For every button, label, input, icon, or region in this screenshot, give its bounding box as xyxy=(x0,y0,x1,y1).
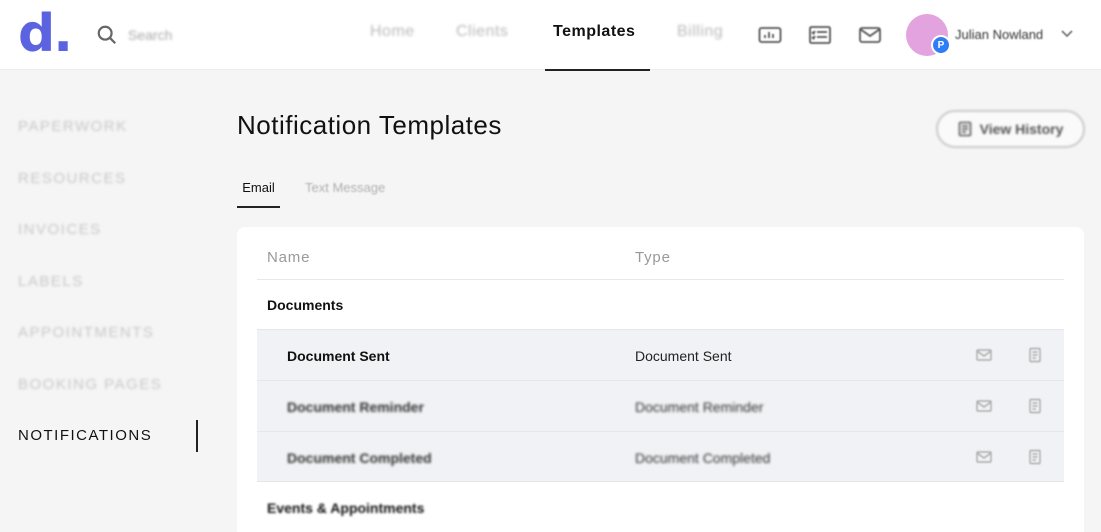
view-history-button[interactable]: View History xyxy=(936,110,1085,148)
tab-active-indicator xyxy=(237,206,280,208)
sidebar-item-notifications[interactable]: NOTIFICATIONS xyxy=(18,427,152,444)
header-divider xyxy=(257,279,1064,280)
page-title: Notification Templates xyxy=(237,110,502,140)
template-type: Document Completed xyxy=(635,450,771,466)
sidebar-active-indicator xyxy=(196,420,198,452)
checklist-icon[interactable] xyxy=(808,24,832,46)
analytics-icon[interactable] xyxy=(758,24,782,46)
template-type: Document Sent xyxy=(635,348,732,364)
sidebar-item-booking-pages[interactable]: BOOKING PAGES xyxy=(18,376,162,393)
mail-icon[interactable] xyxy=(976,449,992,465)
nav-home[interactable]: Home xyxy=(370,23,415,41)
history-icon xyxy=(958,121,971,137)
search-icon[interactable] xyxy=(96,24,118,46)
table-row[interactable]: Document Reminder Document Reminder xyxy=(257,380,1064,431)
tab-text-message[interactable]: Text Message xyxy=(305,180,385,195)
nav-billing[interactable]: Billing xyxy=(677,23,723,41)
template-name: Document Sent xyxy=(287,348,390,364)
table-row[interactable]: Document Sent Document Sent xyxy=(257,329,1064,380)
tab-email[interactable]: Email xyxy=(237,180,280,195)
nav-active-indicator xyxy=(545,69,650,71)
brand-logo[interactable]: d. xyxy=(18,8,73,60)
search-box xyxy=(96,22,248,48)
user-name[interactable]: Julian Nowland xyxy=(955,27,1043,42)
nav-clients[interactable]: Clients xyxy=(456,23,508,41)
sidebar-item-labels[interactable]: LABELS xyxy=(18,273,84,290)
top-bar: d. Home Clients Templates Billing P Juli… xyxy=(0,0,1101,71)
template-name: Document Completed xyxy=(287,450,432,466)
sidebar-item-resources[interactable]: RESOURCES xyxy=(18,170,127,187)
column-header-name: Name xyxy=(267,249,311,266)
sidebar-item-paperwork[interactable]: PAPERWORK xyxy=(18,118,128,135)
document-icon[interactable] xyxy=(1027,398,1043,414)
document-icon[interactable] xyxy=(1027,449,1043,465)
table-row[interactable]: Document Completed Document Completed xyxy=(257,431,1064,482)
template-name: Document Reminder xyxy=(287,399,424,415)
group-label-documents: Documents xyxy=(267,297,344,313)
nav-templates[interactable]: Templates xyxy=(553,23,635,41)
document-icon[interactable] xyxy=(1027,347,1043,363)
mail-icon[interactable] xyxy=(858,24,882,46)
group-label-events-appointments: Events & Appointments xyxy=(267,500,425,516)
avatar-badge: P xyxy=(931,35,951,55)
template-type: Document Reminder xyxy=(635,399,764,415)
mail-icon[interactable] xyxy=(976,398,992,414)
search-input[interactable] xyxy=(128,27,248,43)
view-history-label: View History xyxy=(979,121,1064,137)
mail-icon[interactable] xyxy=(976,347,992,363)
sidebar-item-invoices[interactable]: INVOICES xyxy=(18,221,102,238)
chevron-down-icon[interactable] xyxy=(1060,29,1074,39)
sidebar-item-appointments[interactable]: APPOINTMENTS xyxy=(18,324,154,341)
column-header-type: Type xyxy=(635,249,671,266)
